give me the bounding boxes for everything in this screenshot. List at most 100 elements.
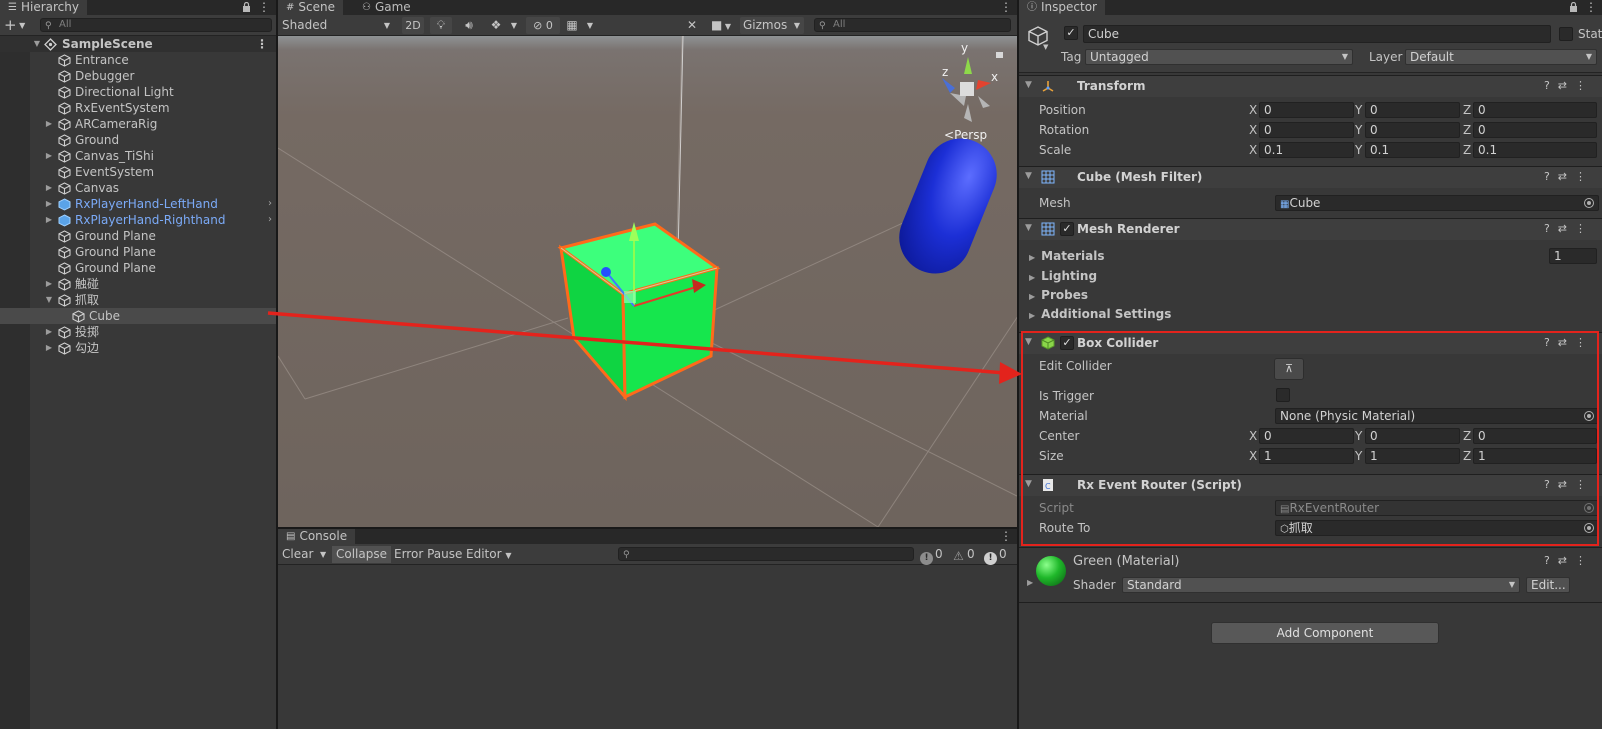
size-x-field[interactable]: 1 <box>1259 448 1354 464</box>
prefab-open-chevron-icon[interactable]: › <box>268 212 272 228</box>
materials-foldout[interactable]: ▶ Materials <box>1029 248 1104 266</box>
material-fold-arrow-icon[interactable]: ▶ <box>1027 578 1033 587</box>
scene-row[interactable]: ▼ SampleScene ⋮ <box>0 36 276 52</box>
box-collider-header[interactable]: ▼ ✓ Box Collider ?⇄⋮ <box>1019 332 1602 354</box>
rotation-z-field[interactable]: 0 <box>1473 122 1597 138</box>
warning-count[interactable]: ⚠ 0 <box>952 547 975 563</box>
mesh-renderer-enabled-checkbox[interactable]: ✓ <box>1060 222 1074 236</box>
expand-arrow-icon[interactable]: ▶ <box>44 196 54 212</box>
center-x-label[interactable]: X <box>1249 429 1257 443</box>
hidden-objects-toggle[interactable]: ⊘ 0 <box>526 17 560 34</box>
hierarchy-search-input[interactable]: ⚲ All <box>40 18 272 32</box>
icon-dropdown-icon[interactable]: ▼ <box>1043 43 1048 51</box>
materials-count-field[interactable]: 1 <box>1549 248 1597 264</box>
center-x-field[interactable]: 0 <box>1259 428 1354 444</box>
material-actions[interactable]: ?⇄⋮ <box>1544 554 1594 567</box>
expand-arrow-icon[interactable]: ▶ <box>44 340 54 356</box>
add-component-button[interactable]: Add Component <box>1211 622 1439 644</box>
rotation-z-label[interactable]: Z <box>1463 123 1471 137</box>
scale-y-field[interactable]: 0.1 <box>1365 142 1460 158</box>
size-z-label[interactable]: Z <box>1463 449 1471 463</box>
persp-label[interactable]: <Persp <box>944 128 987 142</box>
expand-arrow-icon[interactable]: ▶ <box>44 148 54 164</box>
create-button[interactable]: + ▼ <box>4 16 25 35</box>
grid-snap-icon[interactable]: ▦ <box>562 17 582 34</box>
lighting-foldout[interactable]: ▶ Lighting <box>1029 268 1097 286</box>
tools-icon[interactable]: ✕ <box>682 17 702 34</box>
expand-arrow-icon[interactable]: ▶ <box>44 116 54 132</box>
hierarchy-item[interactable]: EventSystem <box>0 164 276 180</box>
grid-dropdown-icon[interactable]: ▼ <box>583 17 597 34</box>
hierarchy-item[interactable]: Ground Plane <box>0 260 276 276</box>
hierarchy-item[interactable]: Ground <box>0 132 276 148</box>
component-actions[interactable]: ?⇄⋮ <box>1544 478 1594 491</box>
scene-more-menu-icon[interactable]: ⋮ <box>1000 0 1012 15</box>
scale-x-field[interactable]: 0.1 <box>1259 142 1354 158</box>
position-z-label[interactable]: Z <box>1463 103 1471 117</box>
hierarchy-item[interactable]: ▶ Canvas_TiShi <box>0 148 276 164</box>
collapse-button[interactable]: Collapse <box>332 546 391 563</box>
expand-arrow-icon[interactable]: ▶ <box>44 276 54 292</box>
info-count[interactable]: ! 0 <box>920 547 943 565</box>
error-count[interactable]: ! 0 <box>984 547 1007 565</box>
position-y-field[interactable]: 0 <box>1365 102 1460 118</box>
static-label[interactable]: Static ▼ <box>1578 26 1602 44</box>
2d-toggle-button[interactable]: 2D <box>402 17 424 34</box>
center-y-label[interactable]: Y <box>1355 429 1362 443</box>
tab-console[interactable]: ▤ Console <box>278 529 356 544</box>
probes-foldout[interactable]: ▶ Probes <box>1029 287 1088 305</box>
console-more-menu-icon[interactable]: ⋮ <box>1000 529 1012 544</box>
object-picker-icon[interactable] <box>1584 523 1594 533</box>
hierarchy-item[interactable]: ▶ 勾边 <box>0 340 276 356</box>
object-name-input[interactable]: Cube <box>1083 25 1551 43</box>
object-picker-icon[interactable] <box>1584 411 1594 421</box>
hierarchy-item[interactable]: Ground Plane <box>0 228 276 244</box>
clear-dropdown-icon[interactable]: ▼ <box>316 546 330 563</box>
rx-router-header[interactable]: ▼ C Rx Event Router (Script) ?⇄⋮ <box>1019 474 1602 496</box>
component-actions[interactable]: ?⇄⋮ <box>1544 170 1594 183</box>
scale-z-field[interactable]: 0.1 <box>1473 142 1597 158</box>
lighting-toggle-icon[interactable]: 💡︎ <box>430 17 452 34</box>
route-to-field[interactable]: ⬡抓取 <box>1275 520 1599 536</box>
audio-toggle-icon[interactable]: 🔊︎ <box>458 17 480 34</box>
gizmo-lock-icon[interactable] <box>996 52 1003 58</box>
edit-collider-button[interactable]: ⊼ <box>1274 358 1304 380</box>
hierarchy-item[interactable]: ▶ Canvas <box>0 180 276 196</box>
transform-header[interactable]: ▼ Transform ?⇄⋮ <box>1019 75 1602 97</box>
expand-arrow-icon[interactable]: ▶ <box>44 324 54 340</box>
hierarchy-item[interactable]: RxEventSystem <box>0 100 276 116</box>
orientation-gizmo[interactable] <box>942 57 991 122</box>
size-x-label[interactable]: X <box>1249 449 1257 463</box>
fold-arrow-icon[interactable]: ▼ <box>1025 171 1032 181</box>
shading-mode-dropdown[interactable]: Shaded ▼ <box>280 17 394 34</box>
static-checkbox[interactable] <box>1559 27 1573 41</box>
hierarchy-item[interactable]: Ground Plane <box>0 244 276 260</box>
expand-arrow-icon[interactable]: ▶ <box>44 212 54 228</box>
scene-search-input[interactable]: ⚲ All <box>814 18 1011 32</box>
hierarchy-item[interactable]: ▶ RxPlayerHand-LeftHand › <box>0 196 276 212</box>
hierarchy-item[interactable]: Directional Light <box>0 84 276 100</box>
center-z-label[interactable]: Z <box>1463 429 1471 443</box>
fold-arrow-icon[interactable]: ▼ <box>1025 337 1032 347</box>
rotation-x-field[interactable]: 0 <box>1259 122 1354 138</box>
hierarchy-item[interactable]: ▶ ARCameraRig <box>0 116 276 132</box>
material-preview-sphere[interactable] <box>1036 556 1066 586</box>
component-actions[interactable]: ?⇄⋮ <box>1544 336 1594 349</box>
rotation-y-label[interactable]: Y <box>1355 123 1362 137</box>
gizmos-dropdown[interactable]: Gizmos ▼ <box>740 17 804 34</box>
more-menu-icon[interactable]: ⋮ <box>258 0 270 15</box>
size-y-field[interactable]: 1 <box>1365 448 1460 464</box>
collider-material-field[interactable]: None (Physic Material) <box>1275 408 1599 424</box>
active-checkbox[interactable]: ✓ <box>1064 26 1078 40</box>
prefab-open-chevron-icon[interactable]: › <box>268 196 272 212</box>
scale-y-label[interactable]: Y <box>1355 143 1362 157</box>
component-actions[interactable]: ?⇄⋮ <box>1544 79 1594 92</box>
center-z-field[interactable]: 0 <box>1473 428 1597 444</box>
layer-dropdown[interactable]: Default ▼ <box>1405 49 1597 65</box>
scene-menu-icon[interactable]: ⋮ <box>256 36 268 52</box>
shader-dropdown[interactable]: Standard ▼ <box>1122 577 1520 593</box>
tab-scene[interactable]: # Scene <box>278 0 343 15</box>
camera-icon[interactable]: ■ ▼ <box>706 17 736 34</box>
scale-z-label[interactable]: Z <box>1463 143 1471 157</box>
position-z-field[interactable]: 0 <box>1473 102 1597 118</box>
